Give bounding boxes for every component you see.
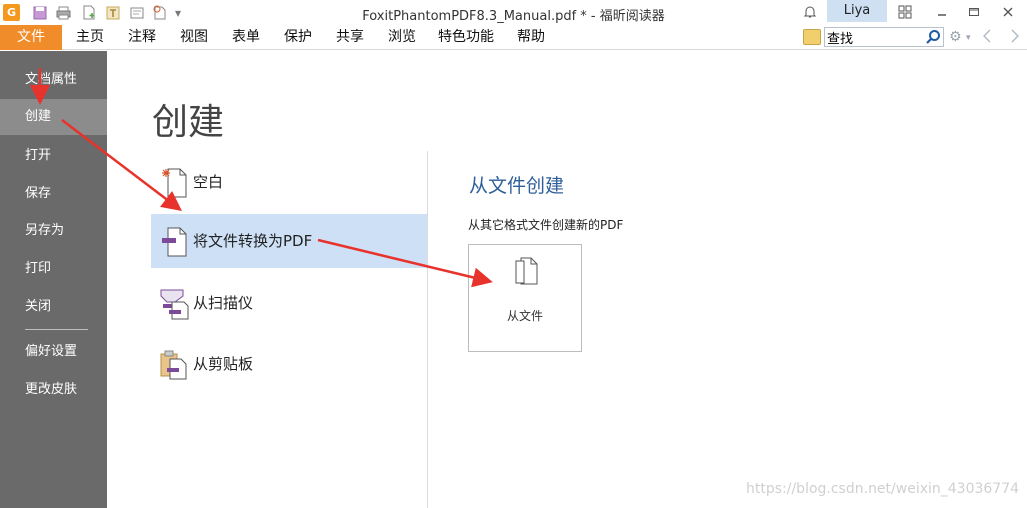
sidebar-divider: [25, 329, 88, 330]
restore-icon[interactable]: [964, 3, 984, 21]
search-input[interactable]: [827, 29, 925, 45]
ribbon-tab-bar: 文件 主页 注释 视图 表单 保护 共享 浏览 特色功能 帮助 ⚙ ▾: [0, 25, 1027, 50]
option-label: 空白: [193, 173, 224, 191]
settings-gear-icon[interactable]: ⚙: [949, 29, 962, 45]
tab-share[interactable]: 共享: [336, 25, 364, 50]
tab-comment[interactable]: 注释: [128, 25, 156, 50]
tab-features[interactable]: 特色功能: [438, 25, 494, 50]
minimize-icon[interactable]: [932, 3, 952, 21]
tab-home[interactable]: 主页: [76, 25, 104, 50]
tab-file[interactable]: 文件: [0, 25, 62, 50]
sidebar-item-save[interactable]: 保存: [0, 176, 107, 212]
scanner-icon: [160, 289, 189, 320]
sidebar-item-open[interactable]: 打开: [0, 138, 107, 174]
option-convert-file[interactable]: 将文件转换为PDF: [151, 214, 427, 268]
sidebar-item-print[interactable]: 打印: [0, 251, 107, 287]
watermark-text: https://blog.csdn.net/weixin_43036774: [746, 481, 1020, 497]
settings-dropdown-icon[interactable]: ▾: [966, 33, 971, 43]
file-backstage-sidebar: 文档属性 创建 打开 保存 另存为 打印 关闭 偏好设置 更改皮肤: [0, 51, 107, 508]
option-blank[interactable]: 空白: [151, 155, 427, 209]
folder-search-icon[interactable]: [803, 29, 821, 45]
from-file-label: 从文件: [506, 309, 543, 323]
sidebar-item-create[interactable]: 创建: [0, 99, 107, 135]
sidebar-item-close[interactable]: 关闭: [0, 289, 107, 325]
option-label: 将文件转换为PDF: [193, 232, 313, 250]
panel-title: 从文件创建: [469, 175, 565, 197]
blank-page-icon: [162, 168, 187, 198]
create-panel: 创建 空白 将文件转换为PDF 从扫描仪 从剪贴板 从文件创建 从其它格式文件创…: [107, 51, 1027, 508]
next-arrow-icon[interactable]: [1010, 29, 1020, 47]
tab-form[interactable]: 表单: [232, 25, 260, 50]
sidebar-item-document-properties[interactable]: 文档属性: [0, 62, 107, 98]
tab-browse[interactable]: 浏览: [388, 25, 416, 50]
tab-view[interactable]: 视图: [180, 25, 208, 50]
search-icon[interactable]: [925, 29, 941, 45]
user-account-tab[interactable]: Liya: [827, 0, 887, 22]
title-bar: G ▾ FoxitPhantomPDF8.3_Manual.pdf * - 福昕…: [0, 0, 1027, 25]
option-label: 从扫描仪: [193, 294, 254, 312]
document-icon: [515, 257, 538, 285]
option-from-scanner[interactable]: 从扫描仪: [151, 276, 427, 330]
sidebar-item-preferences[interactable]: 偏好设置: [0, 334, 107, 370]
clipboard-icon: [160, 350, 187, 380]
sidebar-item-save-as[interactable]: 另存为: [0, 213, 107, 249]
search-box[interactable]: [824, 27, 944, 47]
foxit-window: G ▾ FoxitPhantomPDF8.3_Manual.pdf * - 福昕…: [0, 0, 1027, 508]
panel-divider: [427, 151, 428, 508]
sidebar-item-change-skin[interactable]: 更改皮肤: [0, 372, 107, 408]
previous-arrow-icon[interactable]: [982, 29, 992, 47]
convert-file-icon: [162, 227, 187, 257]
panel-description: 从其它格式文件创建新的PDF: [468, 218, 624, 232]
tab-protect[interactable]: 保护: [284, 25, 312, 50]
bell-icon[interactable]: [800, 3, 820, 21]
tab-help[interactable]: 帮助: [517, 25, 545, 50]
close-icon[interactable]: [998, 3, 1018, 21]
page-title: 创建: [152, 102, 225, 143]
layout-grid-icon[interactable]: [895, 3, 915, 21]
option-label: 从剪贴板: [193, 355, 254, 373]
from-file-button[interactable]: 从文件: [468, 244, 582, 352]
option-from-clipboard[interactable]: 从剪贴板: [151, 337, 427, 391]
